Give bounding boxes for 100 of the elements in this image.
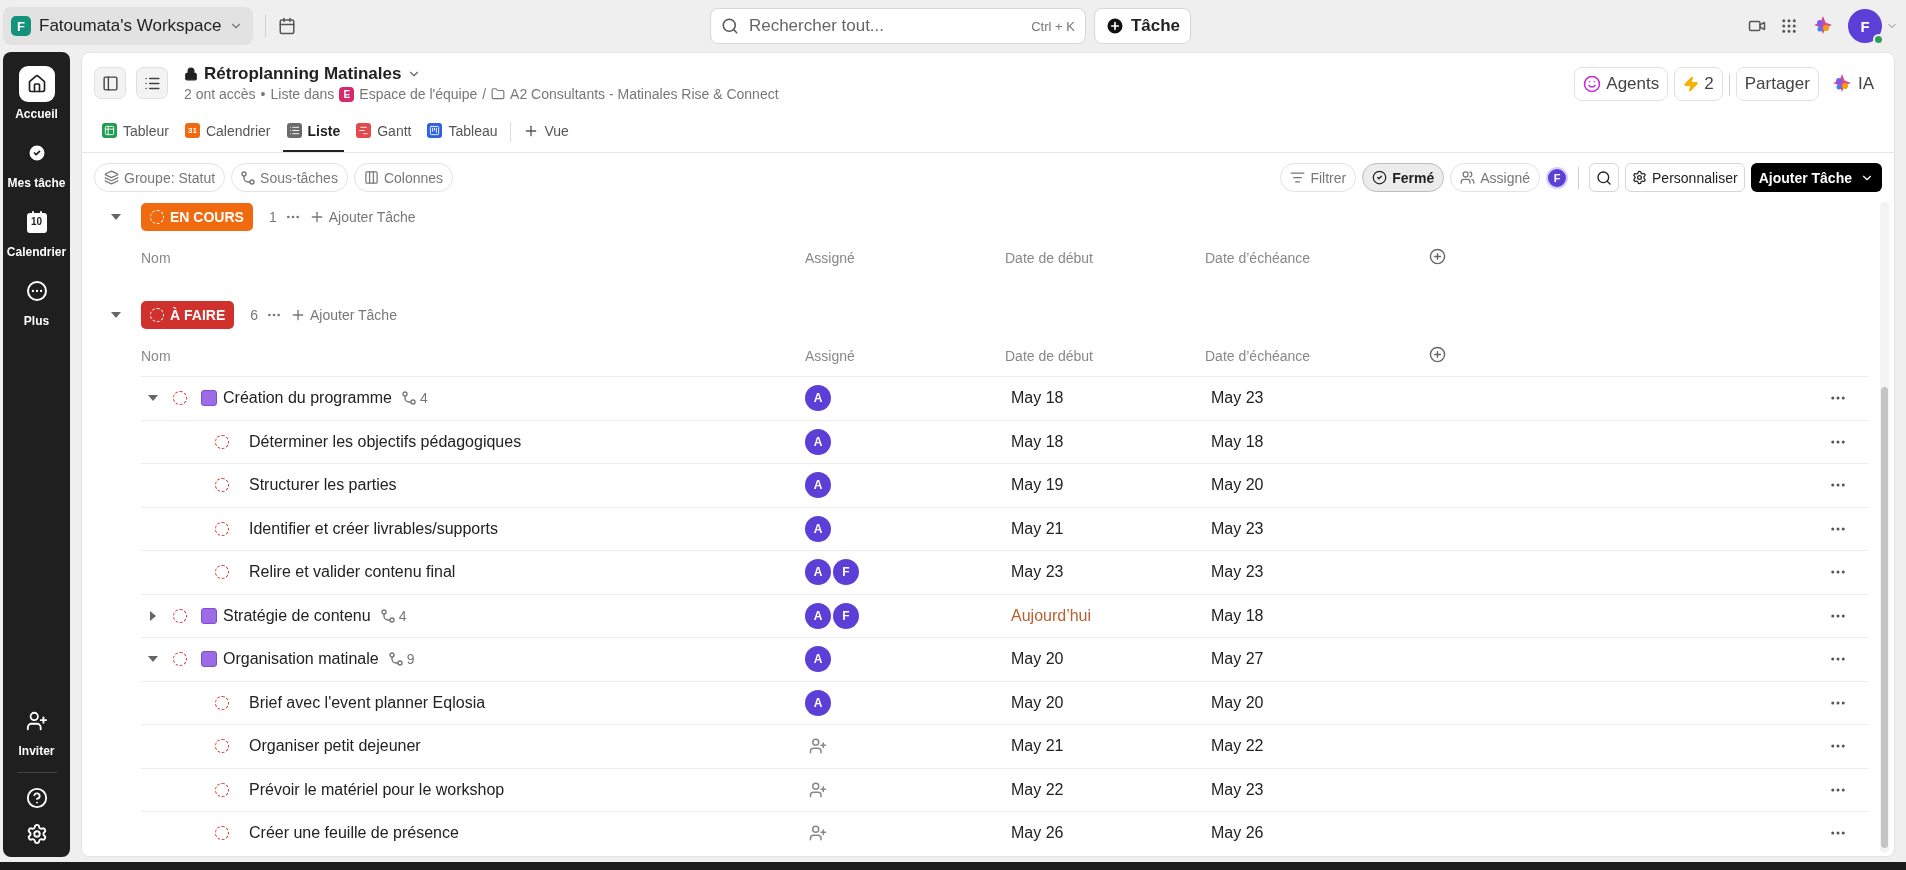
sidebar-item[interactable]: 10 Calendrier — [4, 204, 69, 259]
due-date[interactable]: May 23 — [1205, 780, 1429, 799]
help-icon[interactable] — [25, 787, 48, 809]
assignee-avatar[interactable]: A — [805, 428, 831, 455]
toolbar-chip[interactable]: Sous-tâches — [231, 163, 348, 192]
share-button[interactable]: Partager — [1735, 67, 1819, 101]
add-column-icon[interactable] — [1429, 248, 1446, 265]
assignee-avatar[interactable]: A — [805, 646, 831, 673]
column-header[interactable]: Date d’échéance — [1205, 348, 1429, 364]
invite-button[interactable]: Inviter — [4, 703, 69, 758]
calendar-icon[interactable] — [278, 17, 297, 35]
add-task-button[interactable]: Ajouter Tâche — [1750, 163, 1882, 192]
search-input[interactable]: Rechercher tout... — [746, 15, 1024, 37]
add-assignee-icon[interactable] — [809, 780, 827, 799]
due-date[interactable]: May 27 — [1205, 650, 1429, 669]
add-view-button[interactable]: Vue — [518, 111, 573, 152]
column-header[interactable]: Date de début — [1005, 250, 1205, 266]
due-date[interactable]: May 23 — [1205, 563, 1429, 582]
column-header[interactable]: Nom — [141, 348, 805, 364]
start-date[interactable]: May 22 — [1005, 780, 1205, 799]
start-date[interactable]: May 20 — [1005, 650, 1205, 669]
breadcrumb-link[interactable]: Espace de l'équipe — [359, 86, 478, 102]
start-date[interactable]: May 18 — [1005, 389, 1205, 408]
add-task-link[interactable]: Ajouter Tâche — [290, 307, 397, 323]
assignee-avatar[interactable]: A — [805, 602, 831, 629]
assignee-avatar[interactable]: A — [805, 559, 831, 586]
filter-chip[interactable]: Filtrer — [1280, 163, 1357, 192]
ai-button[interactable]: IA — [1824, 67, 1880, 101]
search-field[interactable]: Rechercher tout... Ctrl + K — [709, 8, 1086, 44]
subtask-count[interactable]: 9 — [388, 651, 415, 668]
column-header[interactable]: Assigné — [805, 250, 1005, 266]
due-date[interactable]: May 23 — [1205, 389, 1429, 408]
search-button[interactable] — [1589, 163, 1620, 192]
due-date[interactable]: May 26 — [1205, 824, 1429, 843]
assignee-avatar[interactable]: F — [833, 559, 859, 586]
toolbar-chip[interactable]: Colonnes — [353, 163, 454, 192]
view-tab[interactable]: Liste — [282, 111, 345, 152]
due-date[interactable]: May 20 — [1205, 693, 1429, 712]
agents-button[interactable]: Agents — [1574, 67, 1669, 101]
workspace-switcher[interactable]: F Fatoumata's Workspace — [3, 7, 254, 45]
assignee-avatar[interactable]: A — [805, 515, 831, 542]
scrollbar[interactable] — [1880, 202, 1889, 852]
subtask-count[interactable]: 4 — [380, 607, 407, 624]
start-date[interactable]: Aujourd’hui — [1005, 606, 1205, 625]
due-date[interactable]: May 23 — [1205, 519, 1429, 538]
add-assignee-icon[interactable] — [809, 737, 827, 756]
due-date[interactable]: May 18 — [1205, 606, 1429, 625]
view-tab[interactable]: Tableau — [423, 111, 502, 152]
breadcrumb-link[interactable]: A2 Consultants - Matinales Rise & Connect — [510, 86, 779, 102]
status-badge[interactable]: À FAIRE — [141, 301, 235, 329]
apps-grid-icon[interactable] — [1780, 17, 1798, 35]
expand-caret-icon[interactable] — [147, 395, 159, 402]
view-tab[interactable]: Gantt — [352, 111, 416, 152]
view-tab[interactable]: 31 Calendrier — [180, 111, 275, 152]
customize-button[interactable]: Personnaliser — [1625, 163, 1745, 192]
start-date[interactable]: May 21 — [1005, 519, 1205, 538]
task-name[interactable]: Déterminer les objectifs pédagogiques — [249, 432, 522, 451]
expand-caret-icon[interactable] — [147, 656, 159, 663]
page-title[interactable]: Rétroplanning Matinales — [204, 64, 402, 84]
due-date[interactable]: May 22 — [1205, 737, 1429, 756]
task-name[interactable]: Organiser petit dejeuner — [249, 737, 421, 756]
column-header[interactable]: Nom — [141, 250, 805, 266]
task-name[interactable]: Prévoir le matériel pour le workshop — [249, 780, 505, 799]
filter-chip[interactable]: Assigné — [1450, 163, 1541, 192]
column-header[interactable]: Assigné — [805, 348, 1005, 364]
settings-icon[interactable] — [25, 823, 48, 845]
subtask-count[interactable]: 4 — [401, 390, 428, 407]
start-date[interactable]: May 19 — [1005, 476, 1205, 495]
assignee-avatar[interactable]: A — [805, 472, 831, 499]
task-name[interactable]: Structurer les parties — [249, 476, 397, 495]
list-menu-button[interactable] — [136, 67, 168, 99]
user-avatar[interactable]: F — [1848, 9, 1882, 43]
task-name[interactable]: Identifier et créer livrables/supports — [249, 519, 498, 538]
view-tab[interactable]: Tableur — [98, 111, 173, 152]
start-date[interactable]: May 20 — [1005, 693, 1205, 712]
task-name[interactable]: Stratégie de contenu — [223, 606, 371, 625]
start-date[interactable]: May 26 — [1005, 824, 1205, 843]
sidebar-item[interactable]: Plus — [4, 273, 69, 328]
assignee-avatar[interactable]: F — [833, 602, 859, 629]
due-date[interactable]: May 20 — [1205, 476, 1429, 495]
task-name[interactable]: Créer une feuille de présence — [249, 824, 459, 843]
assignee-avatar[interactable]: A — [805, 385, 831, 412]
new-task-button[interactable]: Tâche — [1093, 8, 1192, 44]
assignee-avatar[interactable]: A — [805, 689, 831, 716]
toolbar-chip[interactable]: Groupe: Statut — [94, 163, 226, 192]
sidebar-item[interactable]: Accueil — [4, 66, 69, 121]
access-info[interactable]: 2 ont accès — [184, 86, 256, 102]
task-name[interactable]: Organisation matinale — [223, 650, 379, 669]
add-column-icon[interactable] — [1429, 346, 1446, 363]
task-name[interactable]: Brief avec l'event planner Eqlosia — [249, 693, 486, 712]
sidebar-item[interactable]: Mes tâche — [4, 135, 69, 190]
automations-button[interactable]: 2 — [1674, 67, 1723, 101]
filter-chip[interactable]: Fermé — [1362, 163, 1445, 192]
start-date[interactable]: May 18 — [1005, 432, 1205, 451]
task-name[interactable]: Création du programme — [223, 389, 392, 408]
column-header[interactable]: Date de début — [1005, 348, 1205, 364]
user-avatar[interactable]: F — [1546, 166, 1569, 189]
sidebar-toggle-button[interactable] — [94, 67, 126, 99]
task-name[interactable]: Relire et valider contenu final — [249, 563, 456, 582]
start-date[interactable]: May 21 — [1005, 737, 1205, 756]
